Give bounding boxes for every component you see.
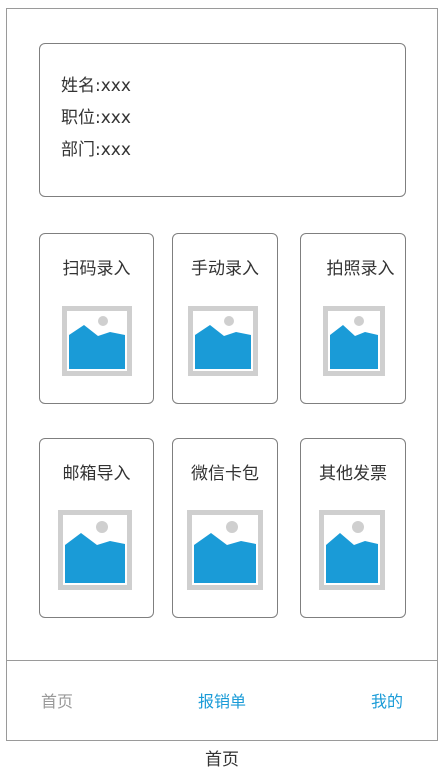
tile-scan-entry[interactable]: 扫码录入 [39, 233, 154, 404]
tab-home[interactable]: 首页 [41, 692, 73, 712]
tile-label: 手动录入 [191, 259, 259, 279]
tab-mine[interactable]: 我的 [371, 692, 403, 712]
profile-name: 姓名:xxx [61, 76, 131, 96]
tile-label: 微信卡包 [191, 464, 259, 484]
tabbar-divider [6, 660, 438, 661]
profile-card: 姓名:xxx 职位:xxx 部门:xxx [39, 43, 406, 197]
tile-label: 拍照录入 [326, 259, 395, 279]
tile-label: 扫码录入 [62, 259, 131, 279]
image-placeholder-icon [323, 306, 385, 376]
tile-email-import[interactable]: 邮箱导入 [39, 438, 154, 618]
image-placeholder-icon [319, 510, 385, 590]
image-placeholder-icon [62, 306, 132, 376]
tile-manual-entry[interactable]: 手动录入 [172, 233, 278, 404]
tile-label: 邮箱导入 [62, 464, 131, 484]
tile-other-invoice[interactable]: 其他发票 [300, 438, 406, 618]
tile-photo-entry[interactable]: 拍照录入 [300, 233, 406, 404]
tile-label: 其他发票 [319, 464, 387, 484]
image-placeholder-icon [58, 510, 132, 590]
image-placeholder-icon [188, 306, 258, 376]
image-placeholder-icon [187, 510, 263, 590]
page-caption: 首页 [205, 750, 239, 770]
profile-department: 部门:xxx [61, 140, 131, 160]
tile-wechat-cardpack[interactable]: 微信卡包 [172, 438, 278, 618]
tab-reimbursement[interactable]: 报销单 [198, 692, 246, 712]
profile-position: 职位:xxx [61, 108, 131, 128]
